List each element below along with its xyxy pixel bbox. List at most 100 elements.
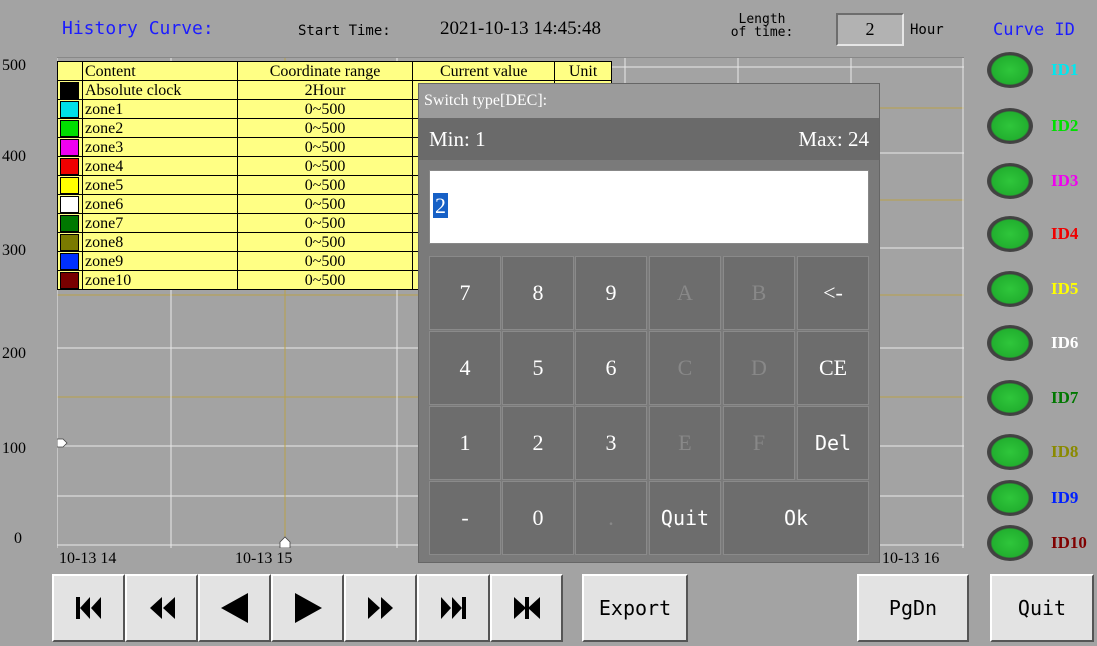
skip-to-end-button[interactable]	[417, 574, 490, 642]
legend-swatch-cell	[57, 118, 83, 138]
curve-id-toggle[interactable]: ID3	[985, 159, 1095, 203]
legend-swatch-cell	[57, 251, 83, 271]
start-time-value[interactable]: 2021-10-13 14:45:48	[440, 18, 601, 40]
curve-id-label: ID6	[1051, 333, 1079, 352]
y-tick-label: 100	[2, 440, 26, 457]
curve-id-toggle[interactable]: ID6	[985, 321, 1095, 365]
page-down-button[interactable]: PgDn	[857, 574, 969, 642]
curve-id-toggle[interactable]: ID8	[985, 430, 1095, 474]
curve-id-label: ID3	[1051, 171, 1079, 190]
step-forward-button[interactable]	[271, 574, 344, 642]
x-tick-label: 10-13 16	[882, 550, 940, 567]
step-back-icon	[220, 593, 248, 623]
status-lamp-icon	[987, 271, 1033, 307]
legend-content-cell: zone2	[81, 118, 238, 138]
curve-id-toggle[interactable]: ID2	[985, 104, 1095, 148]
key-f[interactable]: F	[723, 406, 795, 480]
fast-rewind-button[interactable]	[125, 574, 198, 642]
y-tick-label: 500	[2, 57, 26, 74]
key-backspace[interactable]: <-	[797, 256, 869, 330]
key-c[interactable]: C	[649, 331, 721, 405]
legend-swatch-cell	[57, 137, 83, 157]
status-lamp-icon	[987, 325, 1033, 361]
key-a[interactable]: A	[649, 256, 721, 330]
fast-forward-icon	[367, 597, 393, 619]
curve-id-toggle[interactable]: ID10	[985, 521, 1095, 565]
key-7[interactable]: 7	[429, 256, 501, 330]
skip-to-start-button[interactable]	[52, 574, 125, 642]
curve-id-toggle[interactable]: ID4	[985, 212, 1095, 256]
curve-id-label: ID8	[1051, 442, 1079, 461]
key-0[interactable]: 0	[502, 481, 574, 555]
legend-range-cell: 0~500	[236, 175, 414, 195]
key-clear-entry[interactable]: CE	[797, 331, 869, 405]
step-back-button[interactable]	[198, 574, 271, 642]
legend-swatch-cell	[57, 99, 83, 119]
legend-header-swatch	[57, 61, 83, 81]
key-5[interactable]: 5	[502, 331, 574, 405]
curve-id-toggle[interactable]: ID9	[985, 476, 1095, 520]
jump-to-now-icon	[513, 597, 540, 619]
value-input[interactable]: 2	[429, 170, 869, 244]
legend-header-unit: Unit	[554, 61, 612, 81]
legend-range-cell: 0~500	[236, 251, 414, 271]
legend-header-range: Coordinate range	[236, 61, 414, 81]
min-label: Min: 1	[429, 127, 486, 151]
curve-id-toggle[interactable]: ID5	[985, 267, 1095, 311]
legend-content-cell: Absolute clock	[81, 80, 238, 100]
key-delete[interactable]: Del	[797, 406, 869, 480]
color-swatch	[60, 214, 79, 232]
legend-content-cell: zone10	[81, 270, 238, 290]
curve-id-label: ID9	[1051, 488, 1079, 507]
legend-content-cell: zone9	[81, 251, 238, 271]
key-2[interactable]: 2	[502, 406, 574, 480]
curve-id-label: ID10	[1051, 533, 1087, 552]
curve-id-heading: Curve ID	[993, 20, 1075, 40]
color-swatch	[60, 138, 79, 156]
key-e[interactable]: E	[649, 406, 721, 480]
legend-swatch-cell	[57, 175, 83, 195]
length-of-time-field[interactable]: 2	[836, 13, 904, 46]
jump-to-now-button[interactable]	[490, 574, 563, 642]
key-6[interactable]: 6	[575, 331, 647, 405]
length-unit-label: Hour	[910, 22, 944, 38]
key-8[interactable]: 8	[502, 256, 574, 330]
key-minus[interactable]: -	[429, 481, 501, 555]
color-swatch	[60, 100, 79, 118]
key-3[interactable]: 3	[575, 406, 647, 480]
legend-content-cell: zone3	[81, 137, 238, 157]
key-ok[interactable]: Ok	[723, 481, 869, 555]
y-tick-label: 200	[2, 345, 26, 362]
header-bar: History Curve: Start Time: 2021-10-13 14…	[0, 0, 1097, 58]
key-9[interactable]: 9	[575, 256, 647, 330]
legend-range-cell: 0~500	[236, 137, 414, 157]
export-button[interactable]: Export	[582, 574, 688, 642]
y-tick-label: 400	[2, 148, 26, 165]
length-of-time-label: Length of time:	[726, 13, 798, 39]
curve-id-toggle[interactable]: ID7	[985, 376, 1095, 420]
fast-forward-button[interactable]	[344, 574, 417, 642]
key-d[interactable]: D	[723, 331, 795, 405]
key-4[interactable]: 4	[429, 331, 501, 405]
dialog-title: Switch type[DEC]:	[419, 84, 879, 118]
key-quit[interactable]: Quit	[649, 481, 721, 555]
legend-content-cell: zone1	[81, 99, 238, 119]
legend-range-cell: 0~500	[236, 232, 414, 252]
length-label-line2: of time:	[730, 25, 794, 40]
status-lamp-icon	[987, 163, 1033, 199]
legend-content-cell: zone8	[81, 232, 238, 252]
curve-id-toggle[interactable]: ID1	[985, 48, 1095, 92]
key-b[interactable]: B	[723, 256, 795, 330]
legend-swatch-cell	[57, 232, 83, 252]
quit-button[interactable]: Quit	[990, 574, 1094, 642]
key-dot[interactable]: .	[575, 481, 647, 555]
color-swatch	[60, 119, 79, 137]
legend-content-cell: zone4	[81, 156, 238, 176]
status-lamp-icon	[987, 480, 1033, 516]
legend-content-cell: zone7	[81, 213, 238, 233]
step-forward-icon	[294, 593, 322, 623]
key-1[interactable]: 1	[429, 406, 501, 480]
keypad-grid: 7 8 9 A B <- 4 5 6 C D CE 1 2 3 E F Del …	[429, 256, 871, 556]
color-swatch	[60, 271, 79, 289]
page-title: History Curve:	[62, 18, 214, 39]
